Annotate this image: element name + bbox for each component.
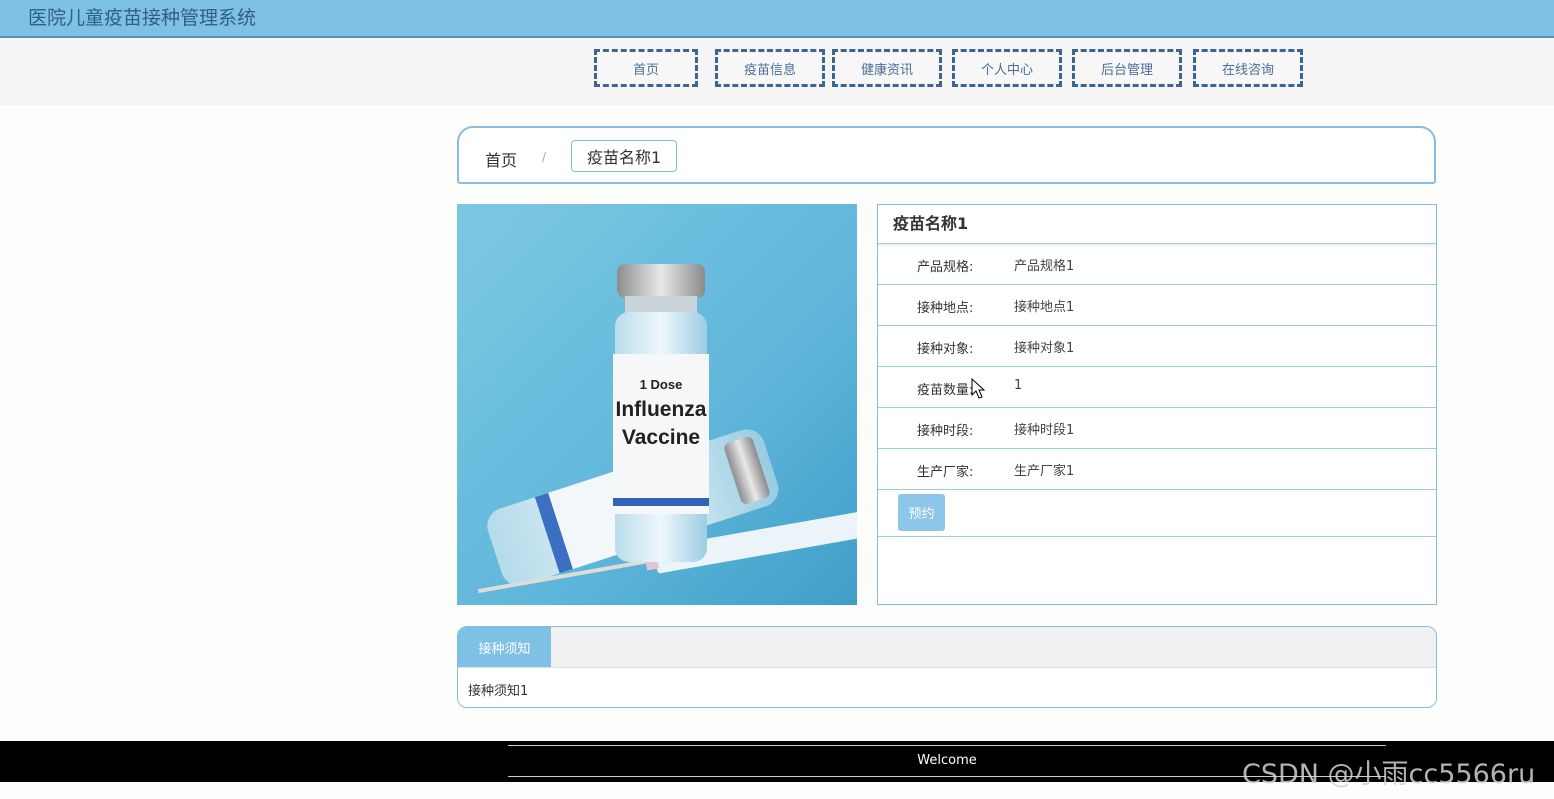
watermark: CSDN @小雨cc5566ru (1242, 759, 1536, 790)
info-label: 接种地点: (917, 301, 974, 316)
info-row-location: 接种地点: 接种地点1 (878, 285, 1436, 326)
breadcrumb-current: 疫苗名称1 (571, 140, 678, 172)
info-row-timeslot: 接种时段: 接种时段1 (878, 408, 1436, 449)
nav-item-health-news[interactable]: 健康资讯 (832, 49, 942, 87)
vial-label-type: Vaccine (622, 426, 700, 449)
vaccine-title: 疫苗名称1 (878, 205, 1436, 244)
info-value: 接种对象1 (1014, 341, 1075, 356)
vaccination-notice-panel: 接种须知 接种须知1 (457, 626, 1437, 708)
nav-item-admin[interactable]: 后台管理 (1072, 49, 1182, 87)
info-value: 1 (1014, 378, 1023, 393)
notice-tab-bar: 接种须知 (458, 627, 1436, 668)
nav-item-personal-center[interactable]: 个人中心 (952, 49, 1062, 87)
info-label: 接种对象: (917, 342, 974, 357)
tab-notice[interactable]: 接种须知 (458, 627, 551, 667)
main-nav: 首页 疫苗信息 健康资讯 个人中心 后台管理 在线咨询 (0, 38, 1554, 105)
site-title: 医院儿童疫苗接种管理系统 (28, 7, 257, 29)
book-button[interactable]: 预约 (898, 494, 945, 531)
info-label: 产品规格: (917, 260, 974, 275)
info-row-quantity: 疫苗数量: 1 (878, 367, 1436, 408)
mouse-pointer-icon (971, 378, 985, 399)
nav-item-consult[interactable]: 在线咨询 (1193, 49, 1303, 87)
info-value: 接种时段1 (1014, 423, 1075, 438)
vaccine-product-image: 1 Dose Influenza Vaccine (457, 204, 857, 605)
footer-divider-top (508, 745, 1386, 746)
vial-label-name: Influenza (615, 398, 706, 421)
info-value: 生产厂家1 (1014, 464, 1075, 479)
info-label: 疫苗数量: (917, 383, 974, 398)
info-row-target: 接种对象: 接种对象1 (878, 326, 1436, 367)
notice-content: 接种须知1 (468, 684, 529, 699)
info-value: 产品规格1 (1014, 259, 1075, 274)
nav-item-vaccine-info[interactable]: 疫苗信息 (715, 49, 825, 87)
breadcrumb-home-link[interactable]: 首页 (485, 147, 517, 171)
breadcrumb-separator: / (542, 150, 547, 164)
action-row: 预约 (878, 490, 1436, 537)
vaccine-info-panel: 疫苗名称1 产品规格: 产品规格1 接种地点: 接种地点1 接种对象: 接种对象… (877, 204, 1437, 605)
breadcrumb: 首页 / 疫苗名称1 (457, 126, 1436, 184)
info-row-manufacturer: 生产厂家: 生产厂家1 (878, 449, 1436, 490)
info-row-spec: 产品规格: 产品规格1 (878, 244, 1436, 285)
top-header-bar: 医院儿童疫苗接种管理系统 (0, 0, 1554, 38)
info-value: 接种地点1 (1014, 300, 1075, 315)
info-label: 接种时段: (917, 424, 974, 439)
vial-label-dose: 1 Dose (640, 377, 683, 392)
nav-item-home[interactable]: 首页 (594, 49, 698, 87)
info-label: 生产厂家: (917, 465, 974, 480)
